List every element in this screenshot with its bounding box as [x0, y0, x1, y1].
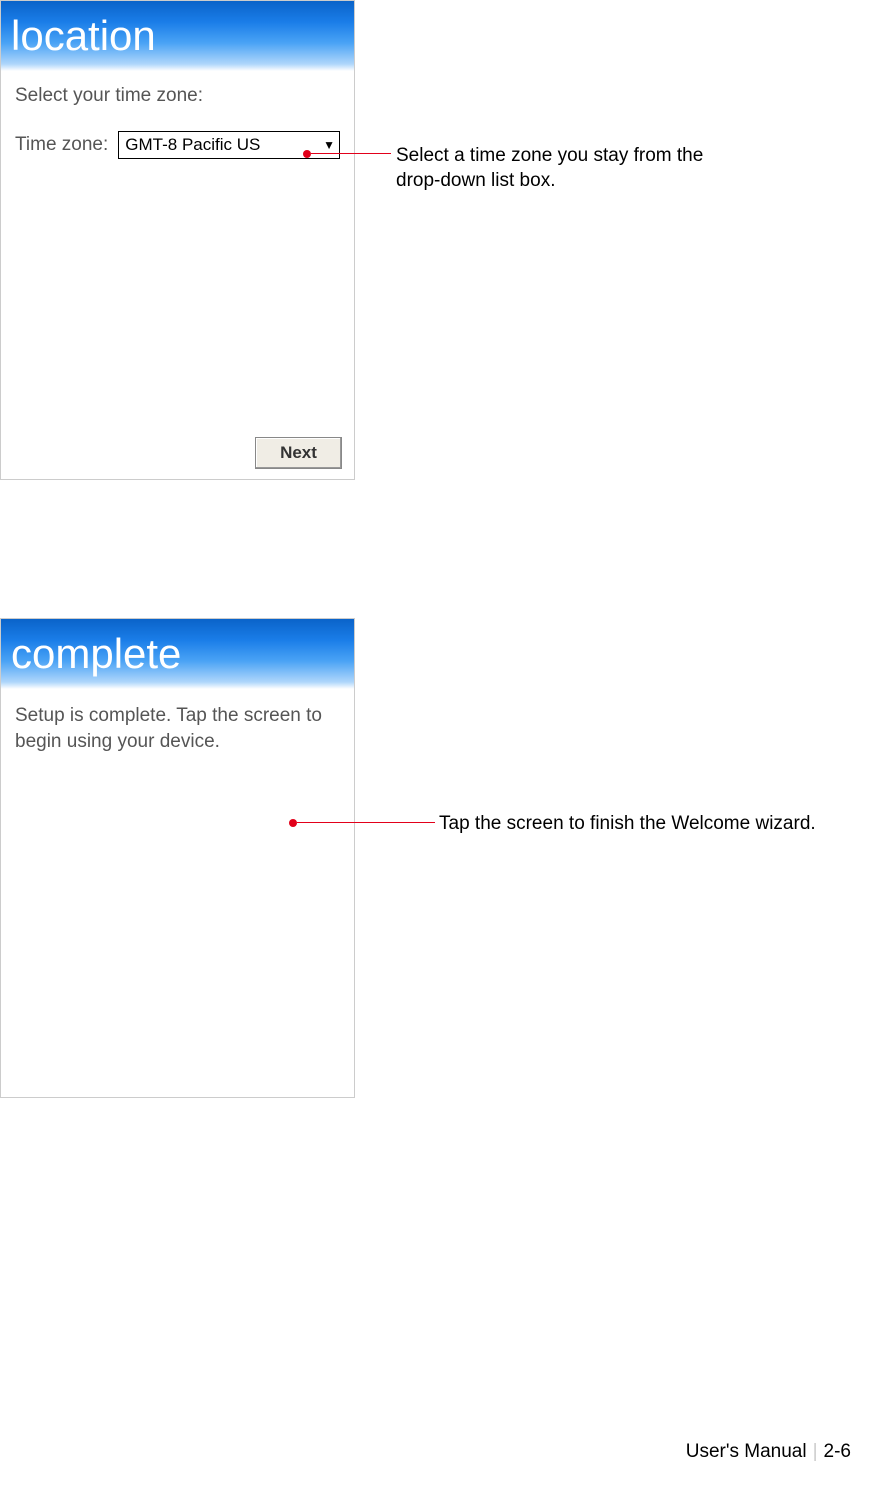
complete-body-text: Setup is complete. Tap the screen to beg…	[1, 689, 354, 754]
timezone-row: Time zone: GMT-8 Pacific US ▼	[15, 131, 340, 159]
location-title-text: location	[11, 12, 156, 60]
location-prompt: Select your time zone:	[15, 85, 340, 107]
chevron-down-icon: ▼	[323, 138, 335, 152]
finish-callout: Tap the screen to finish the Welcome wiz…	[439, 812, 816, 837]
location-title-bar: location	[1, 1, 354, 71]
callout-dot-icon	[289, 819, 297, 827]
footer-manual-label: User's Manual	[686, 1441, 807, 1463]
callout-dot-icon	[303, 150, 311, 158]
manual-page: location Select your time zone: Time zon…	[0, 0, 869, 1491]
complete-screen[interactable]: complete Setup is complete. Tap the scre…	[0, 618, 355, 1098]
location-screen[interactable]: location Select your time zone: Time zon…	[0, 0, 355, 480]
next-button[interactable]: Next	[255, 437, 342, 469]
page-footer: User's Manual | 2-6	[686, 1441, 851, 1463]
footer-page-number: 2-6	[824, 1441, 851, 1463]
callout-leader-line	[311, 153, 391, 154]
next-button-label: Next	[280, 443, 317, 463]
footer-separator: |	[813, 1441, 818, 1463]
timezone-label: Time zone:	[15, 134, 108, 156]
timezone-value: GMT-8 Pacific US	[125, 135, 260, 155]
complete-title-text: complete	[11, 630, 181, 678]
complete-title-bar: complete	[1, 619, 354, 689]
location-body: Select your time zone: Time zone: GMT-8 …	[1, 71, 354, 159]
callout-leader-line	[297, 822, 435, 823]
timezone-callout: Select a time zone you stay from the dro…	[396, 144, 726, 193]
